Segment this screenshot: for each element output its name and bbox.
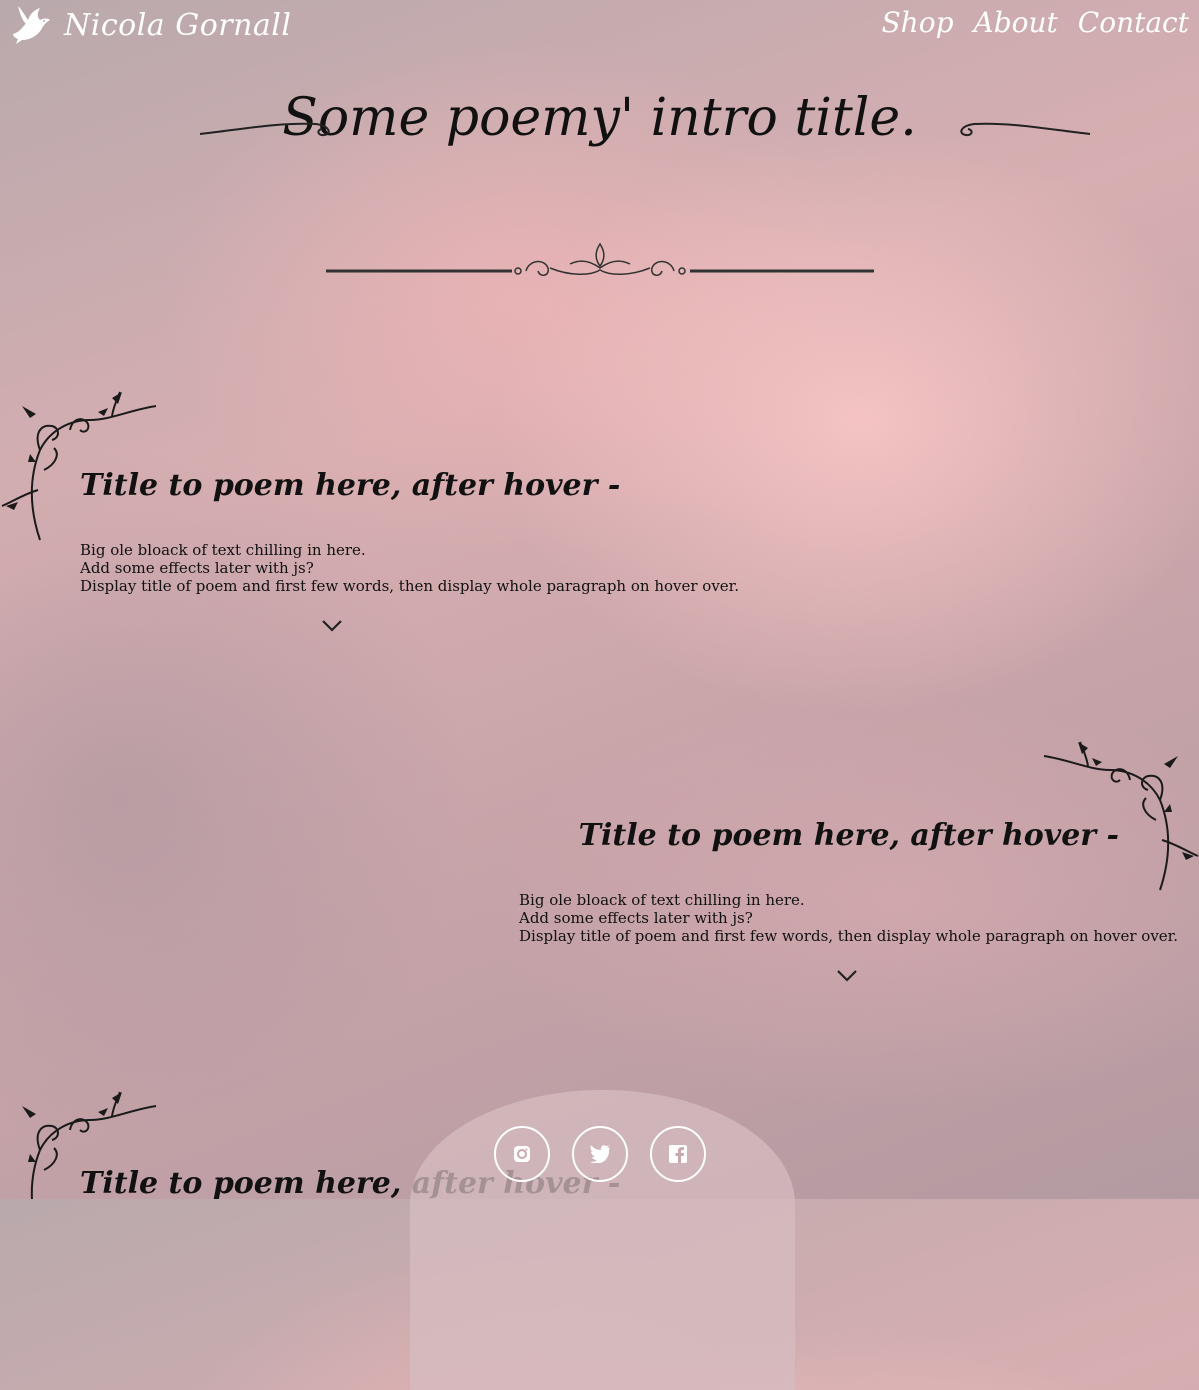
poem-line: Add some effects later with js? — [519, 909, 753, 927]
flourish-left-icon — [199, 122, 330, 137]
poem-line: Big ole bloack of text chilling in here. — [80, 541, 366, 559]
poem-card[interactable]: Title to poem here, after hover - Big ol… — [519, 818, 1178, 945]
poem-title: Title to poem here, after hover - — [578, 818, 1119, 853]
instagram-icon — [514, 1146, 530, 1162]
nav-about[interactable]: About — [974, 6, 1058, 39]
chevron-down-icon[interactable] — [321, 619, 343, 633]
facebook-link[interactable] — [650, 1126, 706, 1182]
ornament-divider-icon — [326, 242, 874, 276]
intro-title: Some poemy' intro title. — [282, 88, 917, 148]
poem-excerpt: Big ole bloack of text chilling in here.… — [80, 541, 739, 595]
poem-title: Title to poem here, after hover - — [80, 468, 621, 503]
poem-line: Display title of poem and first few word… — [519, 927, 1178, 945]
poem-line: Big ole bloack of text chilling in here. — [519, 891, 805, 909]
instagram-link[interactable] — [494, 1126, 550, 1182]
twitter-link[interactable] — [572, 1126, 628, 1182]
brand-name: Nicola Gornall — [64, 7, 292, 43]
poem-excerpt: Big ole bloack of text chilling in here.… — [519, 891, 1178, 945]
poem-line: Display title of poem and first few word… — [80, 577, 739, 595]
nav-shop[interactable]: Shop — [882, 6, 954, 39]
twitter-icon — [590, 1145, 610, 1163]
nav-contact[interactable]: Contact — [1078, 6, 1189, 39]
flourish-right-icon — [960, 122, 1091, 137]
poem-line: Add some effects later with js? — [80, 559, 314, 577]
main-nav: Shop About Contact — [882, 6, 1190, 39]
dove-icon — [13, 6, 50, 44]
poem-card[interactable]: Title to poem here, after hover - Big ol… — [80, 468, 739, 595]
facebook-icon — [669, 1145, 687, 1163]
chevron-down-icon[interactable] — [836, 969, 858, 983]
logo[interactable]: Nicola Gornall — [10, 4, 292, 46]
